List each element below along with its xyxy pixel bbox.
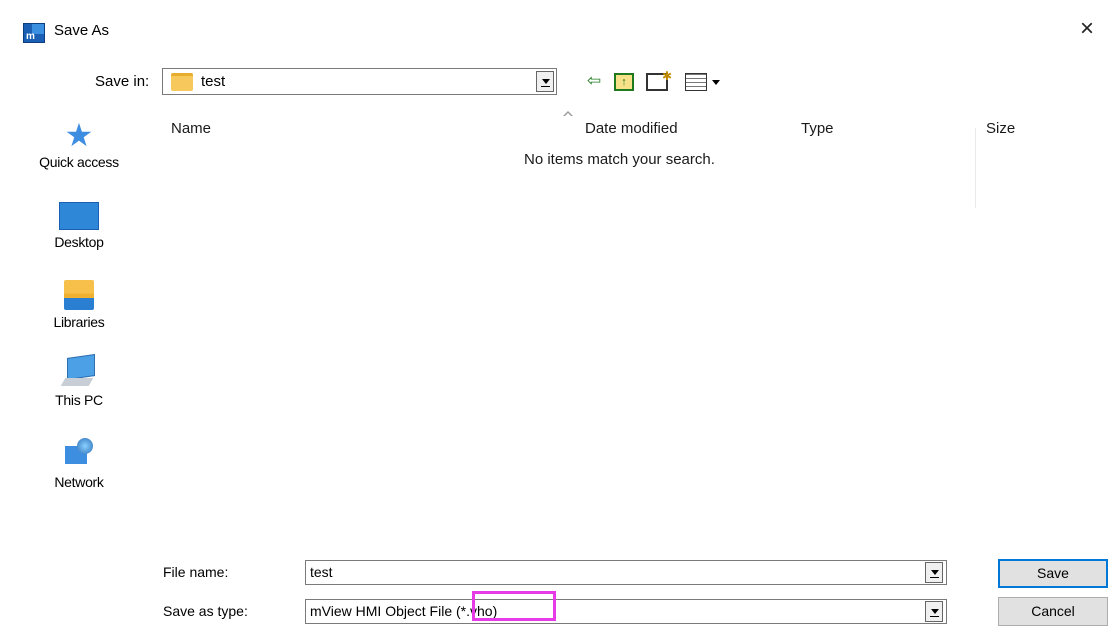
cancel-button[interactable]: Cancel <box>998 597 1108 626</box>
places-bar: ★ Quick access Desktop Libraries This PC… <box>0 100 158 540</box>
place-label: This PC <box>55 392 103 408</box>
quick-access-star-icon: ★ <box>64 117 94 153</box>
close-button[interactable]: × <box>1072 14 1102 44</box>
save-type-value: mView HMI Object File (*.vho) <box>310 603 498 619</box>
save-type-select[interactable]: mView HMI Object File (*.vho) <box>305 599 947 624</box>
window-title: Save As <box>54 22 110 39</box>
extension-highlight-box <box>472 591 556 621</box>
sort-ascending-icon <box>563 111 573 118</box>
view-menu-icon[interactable] <box>685 73 707 91</box>
place-quick-access[interactable]: ★ Quick access <box>0 117 158 170</box>
column-header-name[interactable]: Name <box>171 120 211 137</box>
file-name-value: test <box>310 564 333 580</box>
place-this-pc[interactable]: This PC <box>0 356 158 408</box>
file-list[interactable]: Name Date modified Type Size No items ma… <box>159 100 1110 540</box>
network-icon <box>59 438 99 470</box>
column-divider <box>975 128 976 208</box>
file-name-label: File name: <box>163 564 229 580</box>
place-desktop[interactable]: Desktop <box>0 202 158 250</box>
column-header-type[interactable]: Type <box>801 120 834 137</box>
save-in-dropdown-icon[interactable] <box>536 71 554 92</box>
desktop-icon <box>59 202 99 230</box>
file-name-dropdown-icon[interactable] <box>925 562 943 583</box>
save-type-label: Save as type: <box>163 603 248 619</box>
save-type-dropdown-icon[interactable] <box>925 601 943 622</box>
app-icon-letter: m <box>26 31 35 42</box>
up-folder-icon[interactable]: ↑ <box>614 73 634 91</box>
place-label: Network <box>54 474 104 490</box>
save-in-value: test <box>201 73 226 90</box>
this-pc-icon <box>59 356 99 388</box>
column-header-date-modified[interactable]: Date modified <box>585 120 678 137</box>
place-label: Desktop <box>54 234 104 250</box>
file-name-input[interactable]: test <box>305 560 947 585</box>
save-in-combo[interactable]: test <box>162 68 557 95</box>
place-network[interactable]: Network <box>0 438 158 490</box>
back-arrow-icon[interactable]: ⇦ <box>582 70 606 92</box>
libraries-icon <box>64 280 94 310</box>
view-menu-chevron-icon[interactable] <box>712 80 720 85</box>
new-folder-icon[interactable] <box>646 65 672 91</box>
app-icon: m <box>23 23 45 43</box>
save-in-label: Save in: <box>95 73 150 90</box>
folder-icon <box>171 73 193 91</box>
empty-message: No items match your search. <box>524 151 715 168</box>
place-label: Quick access <box>39 154 119 170</box>
place-libraries[interactable]: Libraries <box>0 280 158 330</box>
title-bar: m Save As × <box>0 0 1110 60</box>
place-label: Libraries <box>53 314 105 330</box>
save-button[interactable]: Save <box>998 559 1108 588</box>
column-header-size[interactable]: Size <box>986 120 1015 137</box>
